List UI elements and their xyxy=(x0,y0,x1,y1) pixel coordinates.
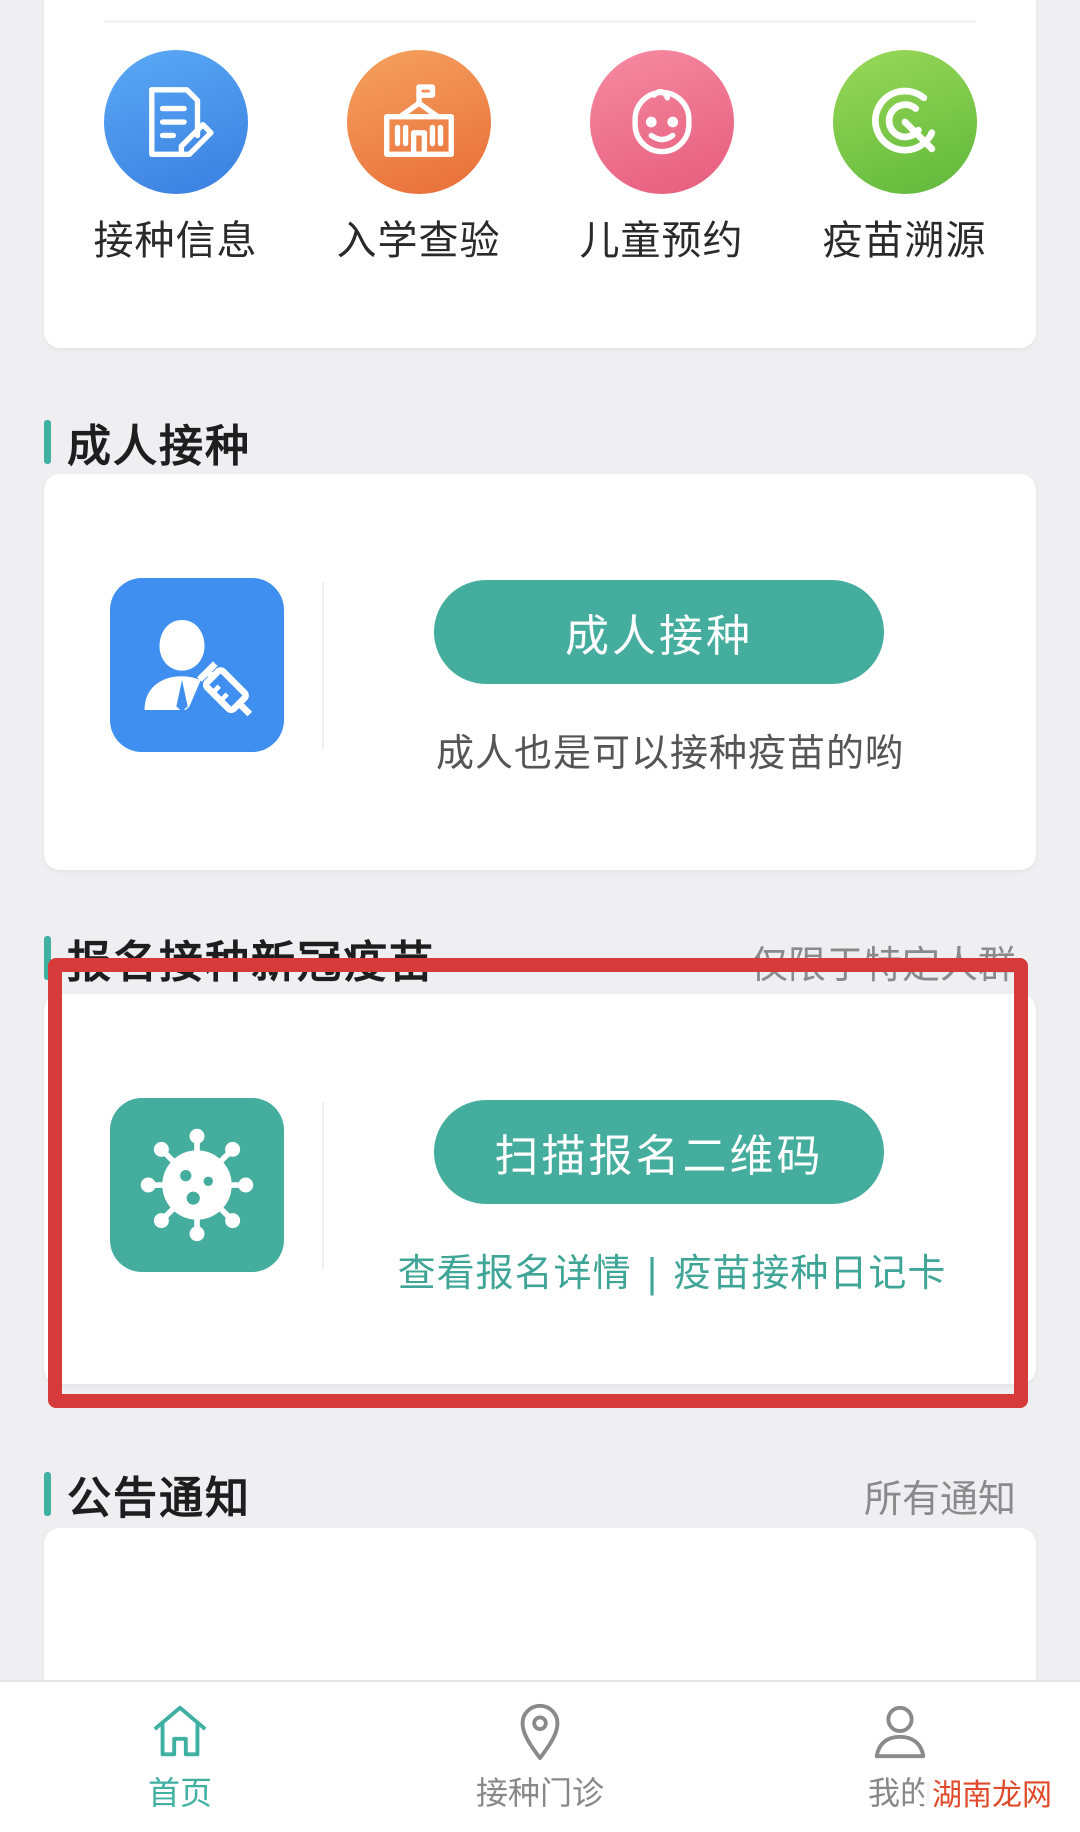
tab-label: 接种门诊 xyxy=(475,1774,604,1812)
scan-registration-qr-button[interactable]: 扫描报名二维码 xyxy=(434,1100,884,1204)
title-accent-bar xyxy=(44,1472,51,1516)
service-grid-card: 接种信息 入学查验 儿童预约 疫苗溯源 xyxy=(44,0,1036,348)
tab-clinics[interactable]: 接种门诊 xyxy=(410,1700,670,1814)
tab-home[interactable]: 首页 xyxy=(50,1700,310,1814)
all-notices-link[interactable]: 所有通知 xyxy=(864,1468,1016,1523)
bottom-tab-bar: 首页 接种门诊 我的 xyxy=(0,1680,1080,1832)
school-icon xyxy=(346,50,491,194)
section-title-adult: 成人接种 xyxy=(44,410,251,474)
grid-item-vaccine-trace[interactable]: 疫苗溯源 xyxy=(795,50,1015,266)
covid-restriction-note: 仅限于特定人群 xyxy=(749,943,1016,987)
section-title-notice: 公告通知 xyxy=(44,1462,251,1526)
grid-label: 入学查验 xyxy=(336,218,501,264)
adult-vaccine-icon xyxy=(110,578,284,752)
title-accent-bar xyxy=(44,936,51,980)
tab-label: 我的 xyxy=(867,1774,932,1812)
section-title-text: 公告通知 xyxy=(67,1473,251,1524)
grid-label: 疫苗溯源 xyxy=(822,218,987,264)
grid-item-vaccination-info[interactable]: 接种信息 xyxy=(66,50,286,266)
trace-icon xyxy=(832,50,977,194)
section-title-text: 报名接种新冠疫苗 xyxy=(67,937,435,988)
section-title-text: 成人接种 xyxy=(67,421,251,472)
virus-icon xyxy=(110,1098,284,1272)
user-icon xyxy=(874,1705,926,1759)
adult-vaccination-subtitle: 成人也是可以接种疫苗的哟 xyxy=(435,731,904,775)
grid-label: 儿童预约 xyxy=(579,218,744,264)
document-edit-icon xyxy=(103,50,248,194)
tab-label: 首页 xyxy=(147,1774,212,1812)
adult-vaccination-button[interactable]: 成人接种 xyxy=(434,580,884,684)
adult-vaccination-card: 成人接种 成人也是可以接种疫苗的哟 xyxy=(44,474,1036,870)
divider xyxy=(104,20,976,23)
location-pin-icon xyxy=(520,1703,560,1761)
section-title-covid: 报名接种新冠疫苗 xyxy=(44,926,435,990)
vaccination-diary-card-link[interactable]: 疫苗接种日记卡 xyxy=(673,1251,946,1295)
grid-label: 接种信息 xyxy=(93,218,258,264)
covid-registration-card: 扫描报名二维码 查看报名详情 | 疫苗接种日记卡 xyxy=(44,994,1036,1384)
view-registration-details-link[interactable]: 查看报名详情 xyxy=(398,1251,632,1295)
watermark-text: 湖南龙网 xyxy=(924,1768,1060,1816)
link-separator: | xyxy=(645,1251,660,1295)
vaccination-home-page: 接种信息 入学查验 儿童预约 疫苗溯源 成人接种 成人接种 成人也是可以接种疫苗… xyxy=(0,0,1080,1832)
title-accent-bar xyxy=(44,420,51,464)
covid-links-row: 查看报名详情 | 疫苗接种日记卡 xyxy=(344,1242,1000,1297)
grid-item-school-check[interactable]: 入学查验 xyxy=(309,50,529,266)
vertical-divider xyxy=(322,582,324,750)
baby-face-icon xyxy=(589,50,734,194)
home-icon xyxy=(153,1705,207,1757)
vertical-divider xyxy=(322,1102,324,1270)
grid-item-child-appointment[interactable]: 儿童预约 xyxy=(552,50,772,266)
